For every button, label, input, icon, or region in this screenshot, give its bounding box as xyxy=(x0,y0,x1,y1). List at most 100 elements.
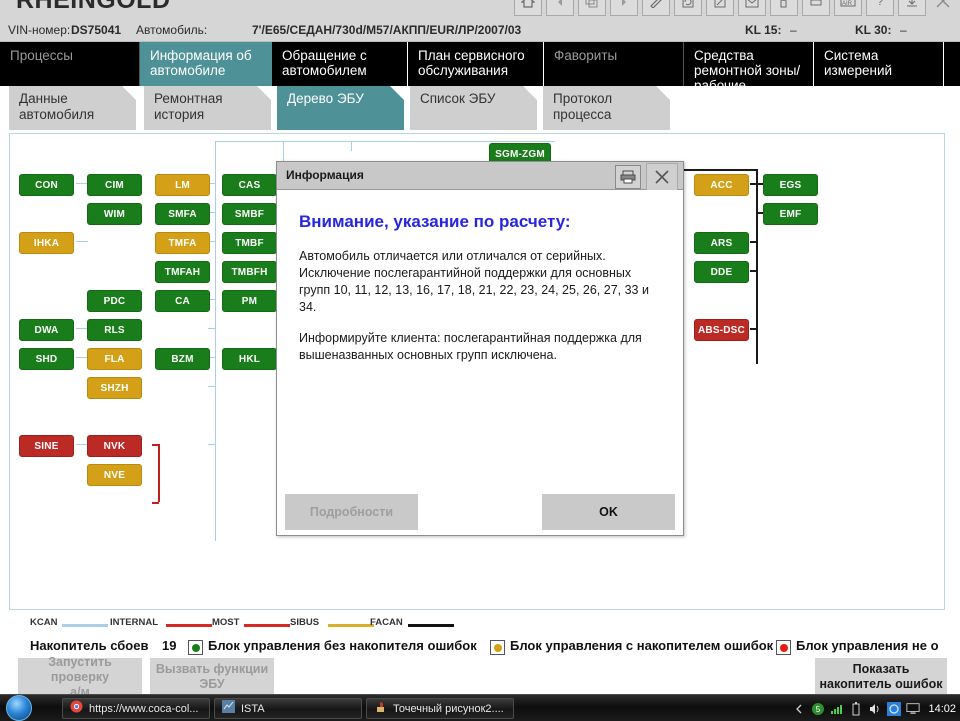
ecu-node-hkl[interactable]: HKL xyxy=(222,348,277,370)
printer-icon[interactable] xyxy=(615,165,641,189)
action-button-1-line-1: ЭБУ xyxy=(199,677,225,691)
ecu-node-ihka[interactable]: IHKA xyxy=(19,232,74,254)
ecu-node-lm[interactable]: LM xyxy=(155,174,210,196)
back-arrow-icon[interactable] xyxy=(546,0,574,16)
ok-button[interactable]: OK xyxy=(542,494,675,530)
main-nav-tab-3[interactable]: План сервисного обслуживания xyxy=(408,42,544,86)
ecu-node-smbf[interactable]: SMBF xyxy=(222,203,277,225)
main-nav-tab-1[interactable]: Информация об автомобиле xyxy=(140,42,272,86)
update-badge-icon[interactable]: 5 xyxy=(811,702,825,716)
help-icon[interactable]: ? xyxy=(866,0,894,16)
windows-taskbar: https://www.coca-col... ISTA Точечный рису… xyxy=(0,694,960,721)
ecu-node-fla[interactable]: FLA xyxy=(87,348,142,370)
link-dde-facan xyxy=(750,270,758,272)
toolbar-icon-group: AIR ? xyxy=(514,0,956,16)
ecu-node-abs-dsc[interactable]: ABS-DSC xyxy=(694,319,749,341)
ecu-node-smfa[interactable]: SMFA xyxy=(155,203,210,225)
ecu-node-bzm[interactable]: BZM xyxy=(155,348,210,370)
chevron-left-icon[interactable] xyxy=(792,702,806,716)
pen-icon[interactable] xyxy=(642,0,670,16)
ecu-node-ars[interactable]: ARS xyxy=(694,232,749,254)
download-icon[interactable] xyxy=(898,0,926,16)
taskbar-item-0[interactable]: https://www.coca-col... xyxy=(62,698,210,719)
ecu-node-tmbfh[interactable]: TMBFH xyxy=(222,261,277,283)
kl30-label: KL 30: xyxy=(855,23,892,37)
ecu-node-tmfa[interactable]: TMFA xyxy=(155,232,210,254)
status-legend-text-1: Блок управления с накопителем ошибок xyxy=(510,638,774,653)
action-button-2[interactable]: Показать накопитель ошибок xyxy=(815,658,947,696)
internal-bus-nvk xyxy=(152,444,159,446)
windows-start-icon[interactable] xyxy=(4,695,34,721)
taskbar-item-1[interactable]: ISTA xyxy=(214,698,362,719)
ecu-node-dwa[interactable]: DWA xyxy=(19,319,74,341)
monitor-icon[interactable] xyxy=(906,702,921,716)
ecu-node-con[interactable]: CON xyxy=(19,174,74,196)
ecu-node-shzh[interactable]: SHZH xyxy=(87,377,142,399)
ecu-node-dde[interactable]: DDE xyxy=(694,261,749,283)
battery-icon[interactable] xyxy=(770,0,798,16)
main-nav-tab-2-line-0: Обращение с xyxy=(282,48,367,63)
internal-bus-nve xyxy=(152,502,159,504)
ecu-node-egs[interactable]: EGS xyxy=(763,174,818,196)
network-icon[interactable] xyxy=(887,701,902,716)
ecu-node-cim[interactable]: CIM xyxy=(87,174,142,196)
main-nav-tab-2[interactable]: Обращение с автомобилем xyxy=(272,42,408,86)
main-nav-tab-6[interactable]: Система измерений xyxy=(814,42,944,86)
main-nav-tab-0[interactable]: Процессы xyxy=(0,42,140,86)
top-toolbar: RHEINGOLD AIR ? xyxy=(0,0,960,20)
sub-nav-tab-4[interactable]: Протокол процесса xyxy=(543,86,670,130)
home-icon[interactable] xyxy=(514,0,542,16)
action-button-0[interactable]: Запустить проверку а/м xyxy=(18,655,142,699)
sub-nav-tab-2[interactable]: Дерево ЭБУ xyxy=(277,86,404,130)
link-document-icon[interactable] xyxy=(706,0,734,16)
refresh-document-icon[interactable] xyxy=(674,0,702,16)
link-rls-bus xyxy=(208,328,216,329)
ecu-node-pm[interactable]: PM xyxy=(222,290,277,312)
main-nav-tab-1-line-1: автомобиле xyxy=(150,63,226,78)
taskbar-item-2[interactable]: Точечный рисунок2.... xyxy=(366,698,514,719)
ecu-node-cas[interactable]: CAS xyxy=(222,174,277,196)
main-nav-tab-5[interactable]: Средстваремонтной зоны/рабочие жидкости xyxy=(684,42,814,86)
ecu-node-pdc[interactable]: PDC xyxy=(87,290,142,312)
kl15-label: KL 15: xyxy=(745,23,782,37)
bus-legend-line-sibus xyxy=(328,624,374,627)
envelope-icon[interactable] xyxy=(738,0,766,16)
printer-icon[interactable] xyxy=(802,0,830,16)
details-button[interactable]: Подробности xyxy=(285,494,418,530)
ecu-node-ca[interactable]: CA xyxy=(155,290,210,312)
bus-legend-label-facan: FACAN xyxy=(370,617,403,628)
dialog-titlebar: Информация xyxy=(277,162,683,191)
sub-nav-tab-3[interactable]: Список ЭБУ xyxy=(410,86,537,130)
action-button-1[interactable]: Вызвать функции ЭБУ xyxy=(150,658,274,696)
main-nav-tab-5-line-0: Средства xyxy=(694,48,754,63)
close-icon[interactable] xyxy=(930,0,956,14)
ecu-node-acc[interactable]: ACC xyxy=(694,174,749,196)
sub-nav-tab-1[interactable]: Ремонтная история xyxy=(144,86,271,130)
speaker-icon[interactable] xyxy=(868,702,882,716)
ecu-node-sine[interactable]: SINE xyxy=(19,435,74,457)
ecu-node-tmfah[interactable]: TMFAH xyxy=(155,261,210,283)
main-nav-tab-4[interactable]: Фавориты xyxy=(544,42,684,86)
ecu-node-nvk[interactable]: NVK xyxy=(87,435,142,457)
main-nav-tab-6-line-1: измерений xyxy=(824,63,893,78)
main-nav-tab-2-line-1: автомобилем xyxy=(282,63,367,78)
main-nav-tab-7[interactable] xyxy=(944,42,960,86)
ecu-node-shd[interactable]: SHD xyxy=(19,348,74,370)
signal-bars-icon[interactable] xyxy=(830,702,844,716)
sub-nav-tab-0[interactable]: Данные автомобиля xyxy=(9,86,136,130)
kcan-bus-vertical-3 xyxy=(351,141,352,151)
close-icon[interactable] xyxy=(646,163,678,191)
forward-arrow-icon[interactable] xyxy=(610,0,638,16)
ecu-node-nve[interactable]: NVE xyxy=(87,464,142,486)
battery-icon[interactable] xyxy=(849,701,863,716)
ecu-node-wim[interactable]: WIM xyxy=(87,203,142,225)
copy-window-icon[interactable] xyxy=(578,0,606,16)
ecu-node-rls[interactable]: RLS xyxy=(87,319,142,341)
kl30-value: – xyxy=(900,23,907,37)
ecu-node-tmbf[interactable]: TMBF xyxy=(222,232,277,254)
taskbar-clock[interactable]: 14:02 xyxy=(928,703,956,715)
ecu-node-emf[interactable]: EMF xyxy=(763,203,818,225)
airbag-icon[interactable]: AIR xyxy=(834,0,862,16)
dialog-heading: Внимание, указание по расчету: xyxy=(299,212,571,231)
kl15-value: – xyxy=(790,23,797,37)
